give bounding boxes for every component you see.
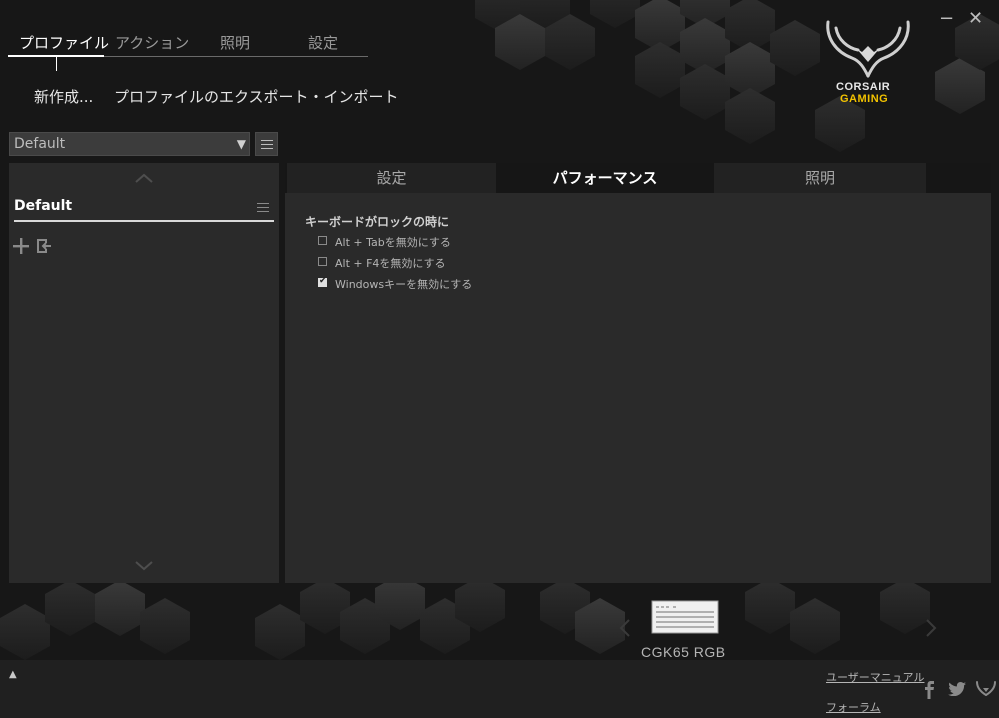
profile-dropdown[interactable]: Default ▼ [9,132,250,156]
checkbox-alt-f4[interactable] [318,257,327,266]
profile-item-menu-icon[interactable] [257,203,269,212]
device-prev-icon[interactable] [619,618,631,638]
option-label: Alt + F4を無効にする [335,257,446,270]
device-next-icon[interactable] [925,618,937,638]
minimize-button[interactable]: − [939,9,954,29]
close-button[interactable]: ✕ [968,9,983,29]
profile-menu-button[interactable] [255,132,278,156]
user-manual-link[interactable]: ユーザーマニュアル [826,669,924,685]
tab-settings[interactable]: 設定 [287,163,496,193]
nav-tick [56,57,57,71]
nav-tab-settings[interactable]: 設定 [308,32,338,53]
profile-name: Default [14,198,73,214]
device-name: CGK65 RGB [641,644,726,660]
nav-tab-profile[interactable]: プロファイル [19,32,109,53]
option-label: Alt + Tabを無効にする [335,236,451,249]
lock-section-title: キーボードがロックの時に [305,215,450,229]
option-label: Windowsキーを無効にする [335,278,473,291]
forum-link[interactable]: フォーラム [826,699,881,715]
settings-panel: 設定 パフォーマンス 照明 キーボードがロックの時に Alt + Tabを無効に… [285,163,991,583]
nav-tab-lighting[interactable]: 照明 [220,32,250,53]
plus-icon[interactable] [12,237,30,255]
corsair-logo-icon [826,20,910,78]
checkbox-alt-tab[interactable] [318,236,327,245]
dropdown-arrow-icon: ▼ [236,137,246,151]
checkbox-windows-key[interactable] [318,276,327,287]
expand-up-icon[interactable]: ▲ [9,669,17,680]
scroll-up-icon[interactable] [135,173,153,183]
twitter-icon[interactable] [948,682,966,696]
hamburger-icon [261,140,273,141]
new-profile-link[interactable]: 新作成... [34,86,93,107]
performance-content: キーボードがロックの時に Alt + Tabを無効にする Alt + F4を無効… [285,193,991,583]
settings-tabbar: 設定 パフォーマンス 照明 [285,163,991,193]
keyboard-icon[interactable] [651,600,719,634]
scroll-down-icon[interactable] [135,561,153,571]
profile-list-panel: Default [9,163,279,583]
profile-dropdown-value: Default [14,136,66,152]
profile-item-underline [14,220,274,222]
nav-tab-actions[interactable]: アクション [115,32,189,53]
corsair-icon[interactable] [975,681,997,697]
export-import-link[interactable]: プロファイルのエクスポート・インポート [114,86,399,107]
tab-performance[interactable]: パフォーマンス [496,163,714,193]
logo-text-gaming: GAMING [840,93,889,105]
logo-text-corsair: CORSAIR [836,81,891,93]
import-icon[interactable] [35,237,53,255]
facebook-icon[interactable] [923,681,935,699]
tab-lighting[interactable]: 照明 [714,163,926,193]
footer: ▲ ユーザーマニュアル フォーラム [0,660,999,718]
